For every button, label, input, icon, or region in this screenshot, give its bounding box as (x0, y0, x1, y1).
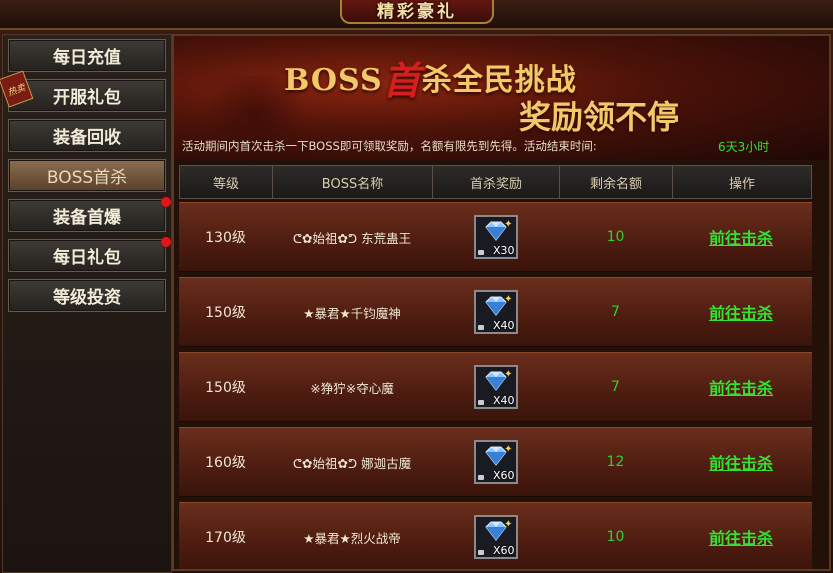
reward-cell: ✦ X60 (432, 428, 559, 496)
action-cell: 前往击杀 (672, 503, 810, 569)
sidebar-item-equip-recycle[interactable]: 装备回收 (8, 119, 166, 152)
sparkle-icon: ✦ (504, 219, 513, 230)
reward-item-slot[interactable]: ✦ X40 (473, 290, 518, 334)
reward-quantity: X30 (492, 244, 515, 257)
window-title: 精彩豪礼 (340, 0, 494, 24)
go-kill-link[interactable]: 前往击杀 (709, 375, 773, 399)
notification-dot (161, 237, 171, 247)
remaining-cell: 12 (606, 454, 625, 470)
boss-name-cell: ᕦ✿始祖✿ᕤ 东荒蛊王 (292, 230, 412, 246)
action-cell: 前往击杀 (672, 428, 810, 496)
remaining-cell: 10 (606, 529, 625, 545)
go-kill-link[interactable]: 前往击杀 (709, 450, 773, 474)
col-boss-name: BOSS名称 (273, 166, 433, 198)
event-notice: 活动期间内首次击杀一下BOSS即可领取奖励，名额有限先到先得。活动结束时间: (182, 139, 597, 153)
sidebar-item-label: 每日礼包 (53, 248, 121, 268)
lock-icon (477, 400, 484, 405)
sidebar-item-boss-first-kill[interactable]: BOSS首杀 (8, 159, 166, 192)
reward-quantity: X60 (492, 544, 515, 557)
boss-name-cell: ★暴君★烈火战帝 (303, 530, 401, 546)
reward-item-slot[interactable]: ✦ X60 (473, 515, 518, 559)
event-time-left: 6天3小时 (718, 140, 770, 154)
level-cell: 130级 (205, 230, 246, 246)
sidebar-item-label: 开服礼包 (53, 88, 121, 108)
sidebar-item-label: BOSS首杀 (46, 168, 128, 188)
sidebar-item-label: 每日充值 (53, 48, 121, 68)
reward-item-slot[interactable]: ✦ X30 (473, 215, 518, 259)
level-cell: 150级 (205, 380, 246, 396)
sidebar: 每日充值 开服礼包 装备回收 BOSS首杀 装备首爆 每日礼包 等级投资 (2, 34, 172, 573)
event-banner: BOSS首杀全民挑战 奖励领不停 活动期间内首次击杀一下BOSS即可领取奖励，名… (174, 36, 829, 160)
col-reward: 首杀奖励 (433, 166, 560, 198)
sidebar-item-daily-gift[interactable]: 每日礼包 (8, 237, 171, 272)
lock-icon (477, 250, 484, 255)
boss-name-cell: ★暴君★千钧魔神 (303, 305, 401, 321)
col-action: 操作 (728, 176, 755, 192)
go-kill-link[interactable]: 前往击杀 (709, 525, 773, 549)
boss-table: 130级 ᕦ✿始祖✿ᕤ 东荒蛊王 ✦ X30 10 前往击杀 150级 ★暴君★… (179, 202, 812, 569)
reward-cell: ✦ X40 (432, 278, 559, 346)
banner-subheadline: 奖励领不停 (519, 98, 680, 136)
reward-quantity: X40 (492, 394, 515, 407)
sparkle-icon: ✦ (504, 369, 513, 380)
col-remaining: 剩余名额 (560, 166, 673, 198)
action-cell: 前往击杀 (672, 353, 810, 421)
sparkle-icon: ✦ (504, 444, 513, 455)
boss-name-cell: ※狰狞※夺心魔 (310, 380, 394, 396)
reward-cell: ✦ X60 (432, 503, 559, 569)
go-kill-link[interactable]: 前往击杀 (709, 300, 773, 324)
table-header: 等级 BOSS名称 首杀奖励 剩余名额 操作 (179, 165, 812, 199)
action-cell: 前往击杀 (672, 203, 810, 271)
table-row: 160级 ᕦ✿始祖✿ᕤ 娜迦古魔 ✦ X60 12 前往击杀 (179, 427, 812, 497)
level-cell: 150级 (205, 305, 246, 321)
sidebar-item-level-invest[interactable]: 等级投资 (8, 279, 166, 312)
go-kill-link[interactable]: 前往击杀 (709, 225, 773, 249)
remaining-cell: 10 (606, 229, 625, 245)
level-cell: 170级 (205, 530, 246, 546)
table-row: 130级 ᕦ✿始祖✿ᕤ 东荒蛊王 ✦ X30 10 前往击杀 (179, 202, 812, 272)
boss-name-cell: ᕦ✿始祖✿ᕤ 娜迦古魔 (292, 455, 412, 471)
reward-quantity: X40 (492, 319, 515, 332)
sidebar-item-label: 等级投资 (53, 288, 121, 308)
reward-item-slot[interactable]: ✦ X40 (473, 365, 518, 409)
sidebar-item-label: 装备回收 (53, 128, 121, 148)
table-row: 150级 ※狰狞※夺心魔 ✦ X40 7 前往击杀 (179, 352, 812, 422)
notification-dot (161, 197, 171, 207)
table-row: 170级 ★暴君★烈火战帝 ✦ X60 10 前往击杀 (179, 502, 812, 569)
remaining-cell: 7 (611, 379, 620, 395)
sidebar-item-label: 装备首爆 (53, 208, 121, 228)
remaining-cell: 7 (611, 304, 620, 320)
lock-icon (477, 325, 484, 330)
sidebar-item-equip-first-drop[interactable]: 装备首爆 (8, 197, 171, 232)
lock-icon (477, 550, 484, 555)
reward-quantity: X60 (492, 469, 515, 482)
lock-icon (477, 475, 484, 480)
headline-first: 首 (382, 58, 422, 103)
table-row: 150级 ★暴君★千钧魔神 ✦ X40 7 前往击杀 (179, 277, 812, 347)
game-window: 精彩豪礼 每日充值 开服礼包 装备回收 BOSS首杀 装备首爆 每日礼包 等级投… (0, 0, 833, 573)
sparkle-icon: ✦ (504, 519, 513, 530)
sidebar-item-daily-recharge[interactable]: 每日充值 (8, 39, 166, 72)
sparkle-icon: ✦ (504, 294, 513, 305)
reward-item-slot[interactable]: ✦ X60 (473, 440, 518, 484)
main-panel: BOSS首杀全民挑战 奖励领不停 活动期间内首次击杀一下BOSS即可领取奖励，名… (172, 34, 831, 571)
reward-cell: ✦ X40 (432, 353, 559, 421)
headline-boss: BOSS (284, 63, 383, 98)
level-cell: 160级 (205, 455, 246, 471)
action-cell: 前往击杀 (672, 278, 810, 346)
reward-cell: ✦ X30 (432, 203, 559, 271)
col-level: 等级 (180, 166, 273, 198)
